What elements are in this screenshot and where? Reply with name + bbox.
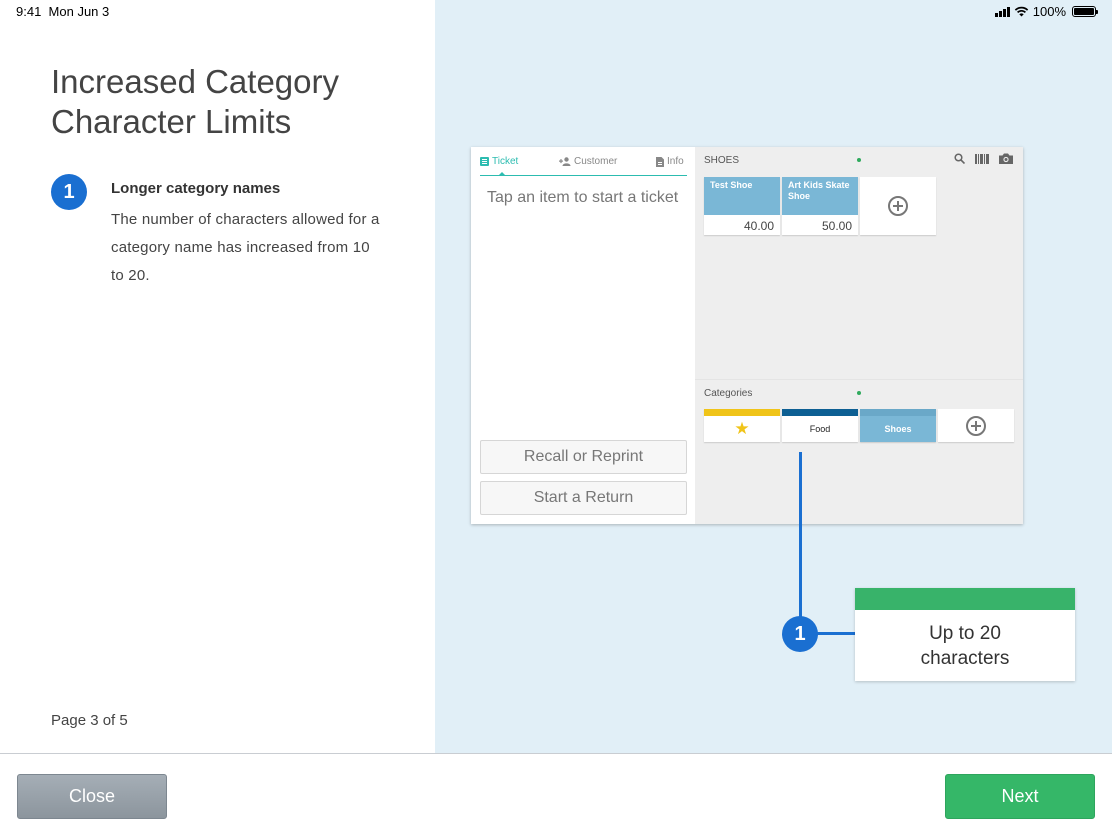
category-label: Shoes bbox=[884, 424, 912, 434]
list-icon bbox=[480, 157, 489, 166]
status-bar: 9:41 Mon Jun 3 100% bbox=[0, 0, 1112, 24]
tab-customer: Customer bbox=[559, 156, 617, 167]
barcode-icon bbox=[975, 153, 989, 164]
feature-description: The number of characters allowed for a c… bbox=[111, 211, 380, 284]
categories-label: Categories bbox=[704, 388, 753, 399]
page-indicator: Page 3 of 5 bbox=[51, 712, 128, 729]
item-tile: Test Shoe 40.00 bbox=[704, 177, 780, 235]
category-label: ★ bbox=[704, 416, 780, 442]
item-price: 40.00 bbox=[743, 219, 774, 233]
document-icon bbox=[656, 156, 664, 167]
plus-circle-icon bbox=[966, 415, 986, 436]
page-title: Increased Category Character Limits bbox=[51, 63, 339, 140]
empty-ticket-hint: Tap an item to start a ticket bbox=[487, 189, 679, 206]
ticket-tabs: Ticket Customer Info bbox=[480, 152, 687, 176]
item-name: Art Kids Skate Shoe bbox=[782, 177, 858, 215]
callout-card: Up to 20 characters bbox=[855, 588, 1075, 681]
status-time: 9:41 Mon Jun 3 bbox=[16, 4, 109, 19]
footer-bar: Close Next bbox=[0, 753, 1112, 834]
whats-new-screen: 9:41 Mon Jun 3 100% Increased Category C… bbox=[0, 0, 1112, 834]
category-tile-shoes: Shoes bbox=[860, 409, 936, 442]
add-person-icon bbox=[559, 157, 571, 166]
status-date: Mon Jun 3 bbox=[48, 4, 110, 19]
battery-percent: 100% bbox=[1032, 4, 1066, 19]
item-price: 50.00 bbox=[821, 219, 852, 233]
callout-connector bbox=[799, 452, 802, 634]
battery-icon bbox=[1072, 6, 1098, 17]
search-icon bbox=[954, 153, 965, 164]
active-tab-indicator bbox=[498, 172, 506, 176]
items-pane: SHOES Test Shoe 40.00 Art Kids Skate Sho… bbox=[695, 147, 1023, 524]
recall-reprint-button: Recall or Reprint bbox=[480, 440, 687, 474]
next-button[interactable]: Next bbox=[945, 774, 1095, 819]
tab-info: Info bbox=[656, 156, 684, 167]
star-icon: ★ bbox=[734, 419, 750, 439]
status-clock: 9:41 bbox=[16, 4, 42, 19]
category-color-bar bbox=[704, 409, 780, 416]
item-name: Test Shoe bbox=[704, 177, 780, 215]
tab-ticket: Ticket bbox=[480, 156, 518, 167]
status-indicators: 100% bbox=[994, 4, 1098, 19]
category-color-bar bbox=[782, 409, 858, 416]
start-return-button: Start a Return bbox=[480, 481, 687, 515]
close-button[interactable]: Close bbox=[17, 774, 167, 819]
item-tile: Art Kids Skate Shoe 50.00 bbox=[782, 177, 858, 235]
wifi-icon bbox=[1014, 6, 1028, 17]
categories-divider bbox=[695, 379, 1023, 380]
tab-ticket-label: Ticket bbox=[492, 156, 519, 167]
feature-title: Longer category names bbox=[111, 180, 281, 197]
section-label: SHOES bbox=[704, 155, 740, 166]
page-dot bbox=[857, 158, 861, 162]
info-panel: Increased Category Character Limits 1 Lo… bbox=[0, 0, 435, 753]
tab-customer-label: Customer bbox=[574, 156, 618, 167]
page-dot bbox=[857, 391, 861, 395]
callout-number-badge: 1 bbox=[782, 616, 818, 652]
signal-icon bbox=[994, 6, 1010, 17]
ticket-pane: Ticket Customer Info Tap an item to star… bbox=[471, 147, 695, 524]
category-tile-food: Food bbox=[782, 409, 858, 442]
category-label: Food bbox=[809, 424, 831, 434]
tab-info-label: Info bbox=[667, 156, 684, 167]
feature-number-badge: 1 bbox=[51, 174, 87, 210]
items-toolbar bbox=[954, 153, 1013, 164]
category-color-bar bbox=[860, 409, 936, 416]
category-tile-favorites: ★ bbox=[704, 409, 780, 442]
callout-text: Up to 20 characters bbox=[920, 623, 1010, 669]
add-category-tile bbox=[938, 409, 1014, 442]
callout-header-bar bbox=[855, 588, 1075, 610]
plus-circle-icon bbox=[888, 196, 908, 216]
battery-fill bbox=[1074, 8, 1094, 15]
pos-screen-illustration: Ticket Customer Info Tap an item to star… bbox=[471, 147, 1023, 524]
add-item-tile bbox=[860, 177, 936, 235]
camera-icon bbox=[999, 153, 1013, 164]
